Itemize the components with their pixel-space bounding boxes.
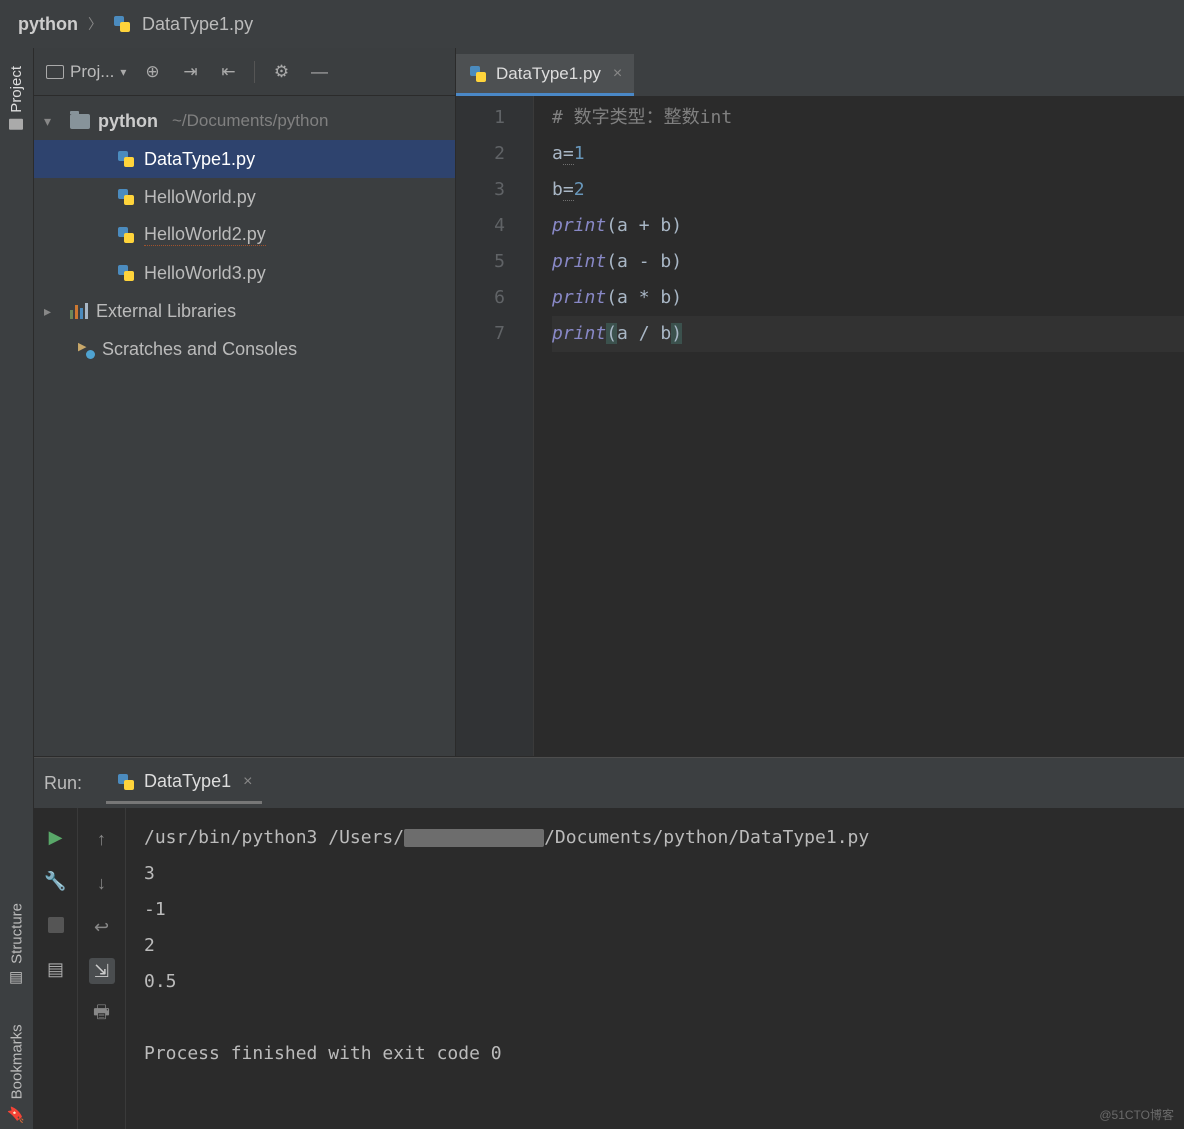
soft-wrap-button[interactable]: ↩ [89, 914, 115, 940]
python-file-icon [468, 64, 488, 84]
close-icon[interactable]: × [613, 65, 622, 83]
bookmarks-tab[interactable]: 🔖 Bookmarks [4, 1018, 30, 1129]
editor-gutter: 1 2 3 4 5 6 7 [456, 96, 534, 756]
project-panel: Proj... ▾ ⊕ ⇥ ⇤ ⚙ — python ~/Document [34, 48, 456, 756]
editor-code[interactable]: # 数字类型：整数int a=1 b=2 print(a + b) print(… [534, 96, 1184, 756]
run-toolbar-primary: ▶ 🔧 ▤ [34, 808, 78, 1129]
run-toolbar-secondary: ↑ ↓ ↩ ⇲ 🖶 [78, 808, 126, 1129]
tree-file-label: DataType1.py [144, 149, 255, 170]
tree-file-helloworld3[interactable]: HelloWorld3.py [34, 254, 455, 292]
code-comment: # 数字类型：整数int [552, 107, 732, 128]
bookmark-icon: 🔖 [8, 1105, 26, 1123]
breadcrumb-file[interactable]: DataType1.py [142, 14, 253, 35]
python-file-icon [116, 772, 136, 792]
tree-scratches-label: Scratches and Consoles [102, 339, 297, 360]
hide-icon[interactable]: — [307, 60, 331, 84]
rerun-button[interactable]: ▶ [45, 826, 67, 848]
stop-button[interactable] [45, 914, 67, 936]
close-icon[interactable]: × [243, 773, 252, 791]
expand-all-icon[interactable]: ⇥ [178, 60, 202, 84]
project-tab[interactable]: Project [4, 60, 29, 136]
line-number: 4 [456, 208, 505, 244]
tree-scratches[interactable]: Scratches and Consoles [34, 330, 455, 368]
line-number: 5 [456, 244, 505, 280]
tree-external-label: External Libraries [96, 301, 236, 322]
run-tab-datatype1[interactable]: DataType1 × [106, 762, 262, 804]
project-tab-label: Project [8, 66, 25, 113]
editor-tab-datatype1[interactable]: DataType1.py × [456, 54, 634, 96]
structure-icon: ▤ [8, 970, 26, 988]
up-arrow-icon[interactable]: ↑ [89, 826, 115, 852]
project-title-label: Proj... [70, 62, 114, 82]
layout-button[interactable]: ▤ [45, 958, 67, 980]
project-icon [46, 65, 64, 79]
tree-file-label: HelloWorld3.py [144, 263, 266, 284]
python-file-icon [116, 187, 136, 207]
line-number: 2 [456, 136, 505, 172]
folder-icon [10, 119, 24, 130]
run-label: Run: [44, 773, 82, 794]
collapse-all-icon[interactable]: ⇤ [216, 60, 240, 84]
expand-arrow-icon[interactable] [44, 303, 62, 320]
folder-icon [70, 114, 90, 129]
locate-icon[interactable]: ⊕ [140, 60, 164, 84]
chevron-right-icon: 〉 [88, 14, 102, 34]
line-number: 3 [456, 172, 505, 208]
python-file-icon [116, 263, 136, 283]
tree-file-helloworld2[interactable]: HelloWorld2.py [34, 216, 455, 254]
project-panel-header: Proj... ▾ ⊕ ⇥ ⇤ ⚙ — [34, 48, 455, 96]
edit-config-button[interactable]: 🔧 [45, 870, 67, 892]
tree-file-datatype1[interactable]: DataType1.py [34, 140, 455, 178]
gear-icon[interactable]: ⚙ [269, 60, 293, 84]
bookmarks-tab-label: Bookmarks [8, 1024, 25, 1099]
scratches-icon [76, 340, 94, 358]
editor-panel: DataType1.py × 1 2 3 4 5 6 7 # [456, 48, 1184, 756]
run-panel: Run: DataType1 × ▶ 🔧 ▤ ↑ ↓ ↩ [34, 757, 1184, 1129]
line-number: 7 [456, 316, 505, 352]
tree-file-label: HelloWorld.py [144, 187, 256, 208]
editor-tab-label: DataType1.py [496, 64, 601, 84]
divider [254, 61, 255, 83]
left-tool-strip: Project ▤ Structure 🔖 Bookmarks [0, 48, 34, 1129]
line-number: 1 [456, 100, 505, 136]
tree-external-libraries[interactable]: External Libraries [34, 292, 455, 330]
exit-message: Process finished with exit code 0 [144, 1036, 1166, 1072]
run-output[interactable]: /usr/bin/python3 /Users//Documents/pytho… [126, 808, 1184, 1129]
output-line: -1 [144, 892, 1166, 928]
output-line: 2 [144, 928, 1166, 964]
chevron-down-icon: ▾ [120, 65, 126, 79]
libraries-icon [70, 303, 88, 319]
python-file-icon [116, 225, 136, 245]
structure-tab[interactable]: ▤ Structure [4, 897, 30, 994]
redacted-segment [404, 829, 544, 847]
run-tab-label: DataType1 [144, 771, 231, 792]
down-arrow-icon[interactable]: ↓ [89, 870, 115, 896]
run-panel-header: Run: DataType1 × [34, 758, 1184, 808]
print-icon[interactable]: 🖶 [89, 1002, 115, 1028]
run-command: /usr/bin/python3 /Users//Documents/pytho… [144, 820, 1166, 856]
editor-body[interactable]: 1 2 3 4 5 6 7 # 数字类型：整数int a=1 b=2 print… [456, 96, 1184, 756]
python-file-icon [116, 149, 136, 169]
watermark: @51CTO博客 [1099, 1106, 1174, 1123]
line-number: 6 [456, 280, 505, 316]
project-dropdown[interactable]: Proj... ▾ [46, 62, 126, 82]
output-line: 0.5 [144, 964, 1166, 1000]
scroll-to-end-button[interactable]: ⇲ [89, 958, 115, 984]
tree-file-helloworld[interactable]: HelloWorld.py [34, 178, 455, 216]
tree-root-path: ~/Documents/python [172, 111, 328, 131]
breadcrumb-root[interactable]: python [18, 14, 78, 35]
tree-root-name: python [98, 111, 158, 132]
tree-root[interactable]: python ~/Documents/python [34, 102, 455, 140]
breadcrumb: python 〉 DataType1.py [0, 0, 1184, 48]
python-file-icon [112, 14, 132, 34]
output-line: 3 [144, 856, 1166, 892]
structure-tab-label: Structure [8, 903, 25, 964]
project-tree: python ~/Documents/python DataType1.py H… [34, 96, 455, 368]
tree-file-label: HelloWorld2.py [144, 224, 266, 246]
editor-tabs: DataType1.py × [456, 48, 1184, 96]
expand-arrow-icon[interactable] [44, 113, 62, 130]
